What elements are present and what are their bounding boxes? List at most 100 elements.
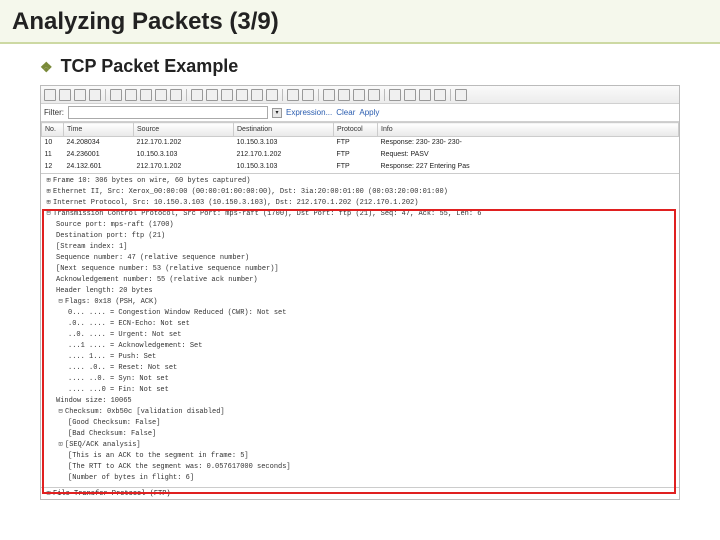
collapse-icon[interactable]: ⊟: [44, 209, 53, 220]
tb-print-icon[interactable]: [170, 89, 182, 101]
tb-resize-icon[interactable]: [368, 89, 380, 101]
tcp-src-port[interactable]: Source port: mps-raft (1700): [44, 220, 676, 231]
flag-urg[interactable]: ..0. .... = Urgent: Not set: [44, 330, 676, 341]
seq-ack-node[interactable]: ⊡[SEQ/ACK analysis]: [44, 440, 676, 451]
ftp-node[interactable]: ⊞File Transfer Protocol (FTP): [41, 487, 679, 499]
slide-subtitle: ❖TCP Packet Example: [0, 44, 720, 83]
checksum-summary-text: Checksum: 0xb50c [validation disabled]: [65, 408, 225, 416]
col-time[interactable]: Time: [64, 123, 134, 137]
tcp-seq[interactable]: Sequence number: 47 (relative sequence n…: [44, 253, 676, 264]
ethernet-node[interactable]: ⊞Ethernet II, Src: Xerox_00:00:00 (00:00…: [44, 187, 676, 198]
col-destination[interactable]: Destination: [234, 123, 334, 137]
tb-last-icon[interactable]: [266, 89, 278, 101]
table-header-row: No. Time Source Destination Protocol Inf…: [42, 123, 679, 137]
filter-input[interactable]: [68, 106, 268, 119]
collapse-icon[interactable]: ⊟: [56, 407, 65, 418]
ip-node[interactable]: ⊞Internet Protocol, Src: 10.150.3.103 (1…: [44, 198, 676, 209]
col-no[interactable]: No.: [42, 123, 64, 137]
col-source[interactable]: Source: [134, 123, 234, 137]
tb-back-icon[interactable]: [206, 89, 218, 101]
tb-zoom100-icon[interactable]: [353, 89, 365, 101]
tb-options-icon[interactable]: [59, 89, 71, 101]
expand-icon[interactable]: ⊞: [44, 187, 53, 198]
col-protocol[interactable]: Protocol: [334, 123, 378, 137]
cell-protocol: FTP: [334, 149, 378, 161]
flag-ecn[interactable]: .0.. .... = ECN-Echo: Not set: [44, 319, 676, 330]
clear-button[interactable]: Clear: [336, 108, 355, 117]
flag-syn[interactable]: .... ..0. = Syn: Not set: [44, 374, 676, 385]
tcp-dst-port[interactable]: Destination port: ftp (21): [44, 231, 676, 242]
seqack-rtt[interactable]: [The RTT to ACK the segment was: 0.05761…: [44, 462, 676, 473]
expand-icon[interactable]: ⊞: [44, 176, 53, 187]
eth-text: Ethernet II, Src: Xerox_00:00:00 (00:00:…: [53, 188, 448, 196]
tcp-stream[interactable]: [Stream index: 1]: [44, 242, 676, 253]
cell-no: 12: [42, 161, 64, 173]
tb-autoscroll-icon[interactable]: [302, 89, 314, 101]
flag-rst[interactable]: .... .0.. = Reset: Not set: [44, 363, 676, 374]
tb-close-icon[interactable]: [140, 89, 152, 101]
tb-zoomout-icon[interactable]: [338, 89, 350, 101]
cell-info: Request: PASV: [378, 149, 679, 161]
filter-label: Filter:: [44, 108, 64, 117]
cell-no: 11: [42, 149, 64, 161]
packet-list-table[interactable]: No. Time Source Destination Protocol Inf…: [41, 122, 679, 173]
tb-find-icon[interactable]: [191, 89, 203, 101]
flag-ack[interactable]: ...1 .... = Acknowledgement: Set: [44, 341, 676, 352]
tb-reload-icon[interactable]: [155, 89, 167, 101]
tb-fwd-icon[interactable]: [221, 89, 233, 101]
tcp-window[interactable]: Window size: 10065: [44, 396, 676, 407]
cell-source: 10.150.3.103: [134, 149, 234, 161]
table-row[interactable]: 10 24.208034 212.170.1.202 10.150.3.103 …: [42, 137, 679, 149]
tcp-node[interactable]: ⊟Transmission Control Protocol, Src Port…: [44, 209, 676, 220]
cell-source: 212.170.1.202: [134, 161, 234, 173]
tb-capfilter-icon[interactable]: [389, 89, 401, 101]
tb-save-icon[interactable]: [125, 89, 137, 101]
tb-goto-icon[interactable]: [236, 89, 248, 101]
apply-button[interactable]: Apply: [359, 108, 379, 117]
tcp-hdr-len[interactable]: Header length: 20 bytes: [44, 286, 676, 297]
frame-text: Frame 10: 306 bytes on wire, 60 bytes ca…: [53, 177, 250, 185]
tcp-ack[interactable]: Acknowledgement number: 55 (relative ack…: [44, 275, 676, 286]
tb-help-icon[interactable]: [455, 89, 467, 101]
cell-info: Response: 227 Entering Pas: [378, 161, 679, 173]
tcp-next-seq[interactable]: [Next sequence number: 53 (relative sequ…: [44, 264, 676, 275]
collapse-icon[interactable]: ⊡: [56, 440, 65, 451]
flag-cwr[interactable]: 0... .... = Congestion Window Reduced (C…: [44, 308, 676, 319]
tb-open-icon[interactable]: [110, 89, 122, 101]
collapse-icon[interactable]: ⊟: [56, 297, 65, 308]
expand-icon[interactable]: ⊞: [44, 489, 53, 498]
tb-colorize-icon[interactable]: [287, 89, 299, 101]
tb-coloring-icon[interactable]: [419, 89, 431, 101]
tcp-flags-node[interactable]: ⊟Flags: 0x18 (PSH, ACK): [44, 297, 676, 308]
tcp-checksum-node[interactable]: ⊟Checksum: 0xb50c [validation disabled]: [44, 407, 676, 418]
tb-sep: [186, 89, 187, 101]
tcp-summary-text: Transmission Control Protocol, Src Port:…: [53, 210, 481, 218]
tb-interfaces-icon[interactable]: [44, 89, 56, 101]
packet-details-pane[interactable]: ⊞Frame 10: 306 bytes on wire, 60 bytes c…: [41, 173, 679, 487]
tb-dispfilter-icon[interactable]: [404, 89, 416, 101]
expand-icon[interactable]: ⊞: [44, 198, 53, 209]
tb-first-icon[interactable]: [251, 89, 263, 101]
tb-sep: [450, 89, 451, 101]
table-row[interactable]: 12 24.132.601 212.170.1.202 10.150.3.103…: [42, 161, 679, 173]
col-info[interactable]: Info: [378, 123, 679, 137]
tb-start-icon[interactable]: [74, 89, 86, 101]
table-row[interactable]: 11 24.236001 10.150.3.103 212.170.1.202 …: [42, 149, 679, 161]
seqack-bytes[interactable]: [Number of bytes in flight: 6]: [44, 473, 676, 484]
expression-button[interactable]: Expression...: [286, 108, 332, 117]
flag-fin[interactable]: .... ...0 = Fin: Not set: [44, 385, 676, 396]
filter-dropdown-icon[interactable]: ▾: [272, 108, 282, 118]
cell-time: 24.132.601: [64, 161, 134, 173]
tb-prefs-icon[interactable]: [434, 89, 446, 101]
flag-psh[interactable]: .... 1... = Push: Set: [44, 352, 676, 363]
checksum-good[interactable]: [Good Checksum: False]: [44, 418, 676, 429]
tb-stop-icon[interactable]: [89, 89, 101, 101]
seqack-ackto[interactable]: [This is an ACK to the segment in frame:…: [44, 451, 676, 462]
frame-node[interactable]: ⊞Frame 10: 306 bytes on wire, 60 bytes c…: [44, 176, 676, 187]
cell-destination: 10.150.3.103: [234, 137, 334, 149]
checksum-bad[interactable]: [Bad Checksum: False]: [44, 429, 676, 440]
ip-text: Internet Protocol, Src: 10.150.3.103 (10…: [53, 199, 418, 207]
tb-sep: [384, 89, 385, 101]
filter-bar: Filter: ▾ Expression... Clear Apply: [41, 104, 679, 122]
tb-zoomin-icon[interactable]: [323, 89, 335, 101]
